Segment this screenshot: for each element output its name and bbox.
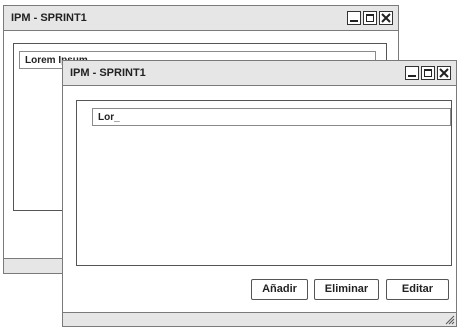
close-icon-glyph xyxy=(439,68,449,78)
maximize-icon[interactable] xyxy=(363,11,377,25)
list-panel: Lor_ xyxy=(76,100,452,266)
edit-button[interactable]: Editar xyxy=(386,279,449,300)
add-button[interactable]: Añadir xyxy=(251,279,308,300)
text-input[interactable]: Lor_ xyxy=(92,108,451,126)
minimize-icon[interactable] xyxy=(405,66,419,80)
window-title: IPM - SPRINT1 xyxy=(70,67,146,79)
title-bar[interactable]: IPM - SPRINT1 xyxy=(4,6,398,31)
window-title: IPM - SPRINT1 xyxy=(11,12,87,24)
close-icon[interactable] xyxy=(379,11,393,25)
title-bar[interactable]: IPM - SPRINT1 xyxy=(63,61,456,86)
close-icon[interactable] xyxy=(437,66,451,80)
window-controls xyxy=(405,66,451,81)
delete-button[interactable]: Eliminar xyxy=(314,279,379,300)
close-icon-glyph xyxy=(381,13,391,23)
foreground-window[interactable]: IPM - SPRINT1 Lor_ Añadir Eliminar Edita… xyxy=(62,60,457,327)
status-bar xyxy=(63,312,456,326)
maximize-icon[interactable] xyxy=(421,66,435,80)
resize-grip-icon[interactable] xyxy=(444,314,455,325)
window-controls xyxy=(347,11,393,26)
minimize-icon[interactable] xyxy=(347,11,361,25)
